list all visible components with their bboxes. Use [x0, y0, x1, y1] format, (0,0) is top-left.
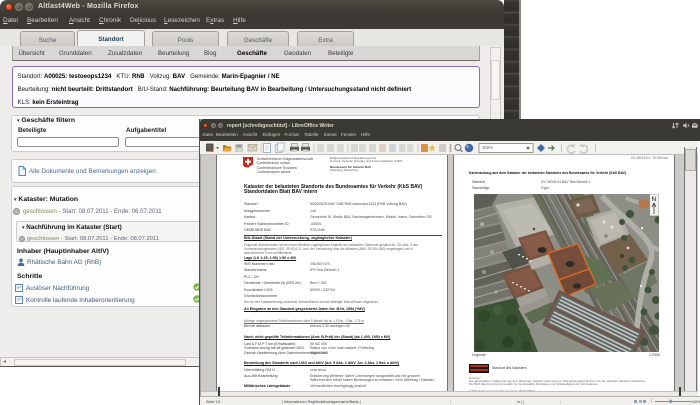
svg-text:N: N	[652, 196, 657, 203]
svg-text:100%: 100%	[482, 145, 493, 150]
